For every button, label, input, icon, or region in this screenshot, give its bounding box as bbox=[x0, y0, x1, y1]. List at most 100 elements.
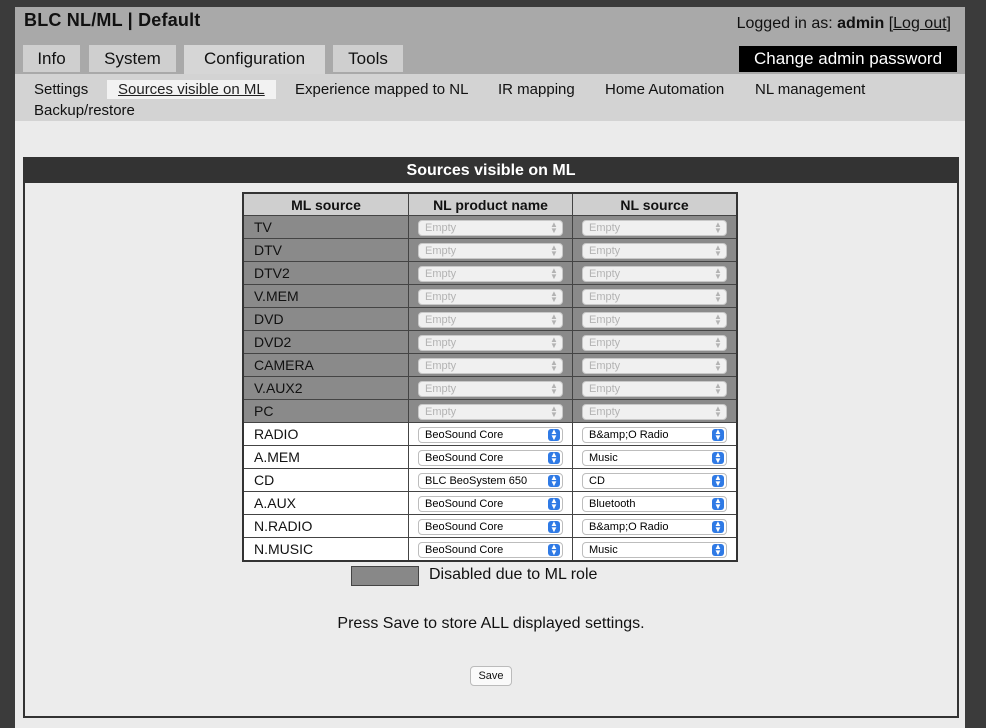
nl-product-cell: BeoSound Core ▲ ▼ bbox=[408, 514, 573, 538]
select-value: BLC BeoSystem 650 bbox=[425, 475, 528, 487]
nl-product-cell: Empty ▲ ▼ bbox=[408, 376, 573, 400]
table-row: V.AUX2 Empty ▲ ▼ Empty ▲ ▼ bbox=[242, 376, 738, 400]
chevron-updown-icon: ▲ ▼ bbox=[548, 497, 560, 511]
tab-info[interactable]: Info bbox=[23, 45, 80, 72]
chevron-updown-icon: ▲ ▼ bbox=[550, 220, 558, 235]
select-value: Empty bbox=[589, 360, 621, 372]
chevron-updown-icon: ▲ ▼ bbox=[712, 497, 724, 511]
nl-product-select[interactable]: BLC BeoSystem 650 ▲ ▼ bbox=[418, 473, 563, 489]
nl-product-cell: Empty ▲ ▼ bbox=[408, 330, 573, 354]
nl-source-select[interactable]: Music ▲ ▼ bbox=[582, 450, 727, 466]
chevron-updown-icon: ▲ ▼ bbox=[714, 312, 722, 327]
nl-product-cell: BeoSound Core ▲ ▼ bbox=[408, 491, 573, 515]
nl-product-select[interactable]: BeoSound Core ▲ ▼ bbox=[418, 427, 563, 443]
nl-source-cell: Empty ▲ ▼ bbox=[572, 238, 738, 262]
nl-source-cell: B&amp;O Radio ▲ ▼ bbox=[572, 514, 738, 538]
chevron-updown-icon: ▲ ▼ bbox=[550, 381, 558, 396]
chevron-updown-icon: ▲ ▼ bbox=[550, 289, 558, 304]
select-value: Empty bbox=[425, 383, 457, 395]
table-row: DVD Empty ▲ ▼ Empty ▲ ▼ bbox=[242, 307, 738, 331]
select-value: Empty bbox=[589, 291, 621, 303]
select-value: BeoSound Core bbox=[425, 544, 504, 556]
nl-source-select[interactable]: B&amp;O Radio ▲ ▼ bbox=[582, 427, 727, 443]
top-bar: BLC NL/ML | Default Logged in as: admin … bbox=[15, 7, 965, 121]
column-header-nl-source: NL source bbox=[572, 192, 738, 216]
tab-configuration[interactable]: Configuration bbox=[184, 45, 325, 74]
ml-source-cell: CD bbox=[242, 468, 409, 492]
login-status: Logged in as: admin [Log out] bbox=[736, 15, 951, 32]
chevron-updown-icon: ▲ ▼ bbox=[712, 474, 724, 488]
select-value: CD bbox=[589, 475, 605, 487]
nl-product-cell: Empty ▲ ▼ bbox=[408, 353, 573, 377]
select-value: Bluetooth bbox=[589, 498, 636, 510]
chevron-updown-icon: ▲ ▼ bbox=[548, 474, 560, 488]
nl-product-cell: Empty ▲ ▼ bbox=[408, 238, 573, 262]
nl-product-select: Empty ▲ ▼ bbox=[418, 243, 563, 259]
chevron-updown-icon: ▲ ▼ bbox=[714, 266, 722, 281]
nl-product-select[interactable]: BeoSound Core ▲ ▼ bbox=[418, 519, 563, 535]
nl-product-select: Empty ▲ ▼ bbox=[418, 381, 563, 397]
nl-source-cell: Empty ▲ ▼ bbox=[572, 376, 738, 400]
select-value: Empty bbox=[425, 222, 457, 234]
ml-source-cell: A.MEM bbox=[242, 445, 409, 469]
subnav-ir-mapping[interactable]: IR mapping bbox=[498, 81, 575, 98]
subnav-experience-mapped-to-nl[interactable]: Experience mapped to NL bbox=[295, 81, 468, 98]
ml-source-cell: RADIO bbox=[242, 422, 409, 446]
nl-product-select[interactable]: BeoSound Core ▲ ▼ bbox=[418, 542, 563, 558]
ml-source-cell: DVD bbox=[242, 307, 409, 331]
chevron-updown-icon: ▲ ▼ bbox=[712, 543, 724, 557]
chevron-updown-icon: ▲ ▼ bbox=[714, 404, 722, 419]
select-value: Empty bbox=[425, 360, 457, 372]
nl-source-select: Empty ▲ ▼ bbox=[582, 312, 727, 328]
nl-source-select[interactable]: B&amp;O Radio ▲ ▼ bbox=[582, 519, 727, 535]
legend-label: Disabled due to ML role bbox=[429, 566, 598, 583]
subnav-backup-restore[interactable]: Backup/restore bbox=[34, 102, 135, 119]
save-button[interactable]: Save bbox=[470, 666, 512, 686]
ml-source-cell: DVD2 bbox=[242, 330, 409, 354]
select-value: Empty bbox=[589, 337, 621, 349]
nl-product-select: Empty ▲ ▼ bbox=[418, 312, 563, 328]
nl-source-select[interactable]: Bluetooth ▲ ▼ bbox=[582, 496, 727, 512]
nl-product-cell: Empty ▲ ▼ bbox=[408, 215, 573, 239]
nl-source-select[interactable]: CD ▲ ▼ bbox=[582, 473, 727, 489]
sources-table: ML source NL product name NL source TV Em… bbox=[242, 192, 738, 562]
ml-source-cell: DTV bbox=[242, 238, 409, 262]
logout-link[interactable]: Log out bbox=[893, 15, 946, 32]
nl-product-select: Empty ▲ ▼ bbox=[418, 358, 563, 374]
nl-product-select[interactable]: BeoSound Core ▲ ▼ bbox=[418, 496, 563, 512]
nl-source-select[interactable]: Music ▲ ▼ bbox=[582, 542, 727, 558]
table-row: DTV2 Empty ▲ ▼ Empty ▲ ▼ bbox=[242, 261, 738, 285]
tab-tools[interactable]: Tools bbox=[333, 45, 403, 72]
select-value: Empty bbox=[589, 314, 621, 326]
subnav-nl-management[interactable]: NL management bbox=[755, 81, 865, 98]
ml-source-cell: N.MUSIC bbox=[242, 537, 409, 562]
select-value: BeoSound Core bbox=[425, 452, 504, 464]
tab-system[interactable]: System bbox=[89, 45, 176, 72]
nl-product-select[interactable]: BeoSound Core ▲ ▼ bbox=[418, 450, 563, 466]
chevron-updown-icon: ▲ ▼ bbox=[550, 358, 558, 373]
ml-source-cell: TV bbox=[242, 215, 409, 239]
table-row: N.RADIO BeoSound Core ▲ ▼ B&amp;O Radio ▲ ▼ bbox=[242, 514, 738, 538]
nl-product-cell: BeoSound Core ▲ ▼ bbox=[408, 537, 573, 562]
change-password-button[interactable]: Change admin password bbox=[739, 46, 957, 72]
nl-source-cell: CD ▲ ▼ bbox=[572, 468, 738, 492]
ml-source-cell: CAMERA bbox=[242, 353, 409, 377]
sources-panel: Sources visible on ML ML source NL produ… bbox=[23, 157, 959, 718]
subnav-sources-visible-on-ml[interactable]: Sources visible on ML bbox=[107, 80, 276, 99]
table-row: PC Empty ▲ ▼ Empty ▲ ▼ bbox=[242, 399, 738, 423]
subnav-home-automation[interactable]: Home Automation bbox=[605, 81, 724, 98]
panel-title: Sources visible on ML bbox=[25, 159, 957, 183]
nl-source-select: Empty ▲ ▼ bbox=[582, 266, 727, 282]
nl-source-select: Empty ▲ ▼ bbox=[582, 243, 727, 259]
subnav-settings[interactable]: Settings bbox=[34, 81, 88, 98]
chevron-updown-icon: ▲ ▼ bbox=[550, 312, 558, 327]
save-note: Press Save to store ALL displayed settin… bbox=[337, 615, 645, 632]
login-user: admin bbox=[837, 15, 885, 32]
select-value: Empty bbox=[425, 291, 457, 303]
nl-source-cell: Empty ▲ ▼ bbox=[572, 261, 738, 285]
table-row: N.MUSIC BeoSound Core ▲ ▼ Music ▲ ▼ bbox=[242, 537, 738, 562]
table-row: A.AUX BeoSound Core ▲ ▼ Bluetooth ▲ ▼ bbox=[242, 491, 738, 515]
ml-source-cell: PC bbox=[242, 399, 409, 423]
column-header-nl-product-name: NL product name bbox=[408, 192, 573, 216]
chevron-updown-icon: ▲ ▼ bbox=[712, 451, 724, 465]
